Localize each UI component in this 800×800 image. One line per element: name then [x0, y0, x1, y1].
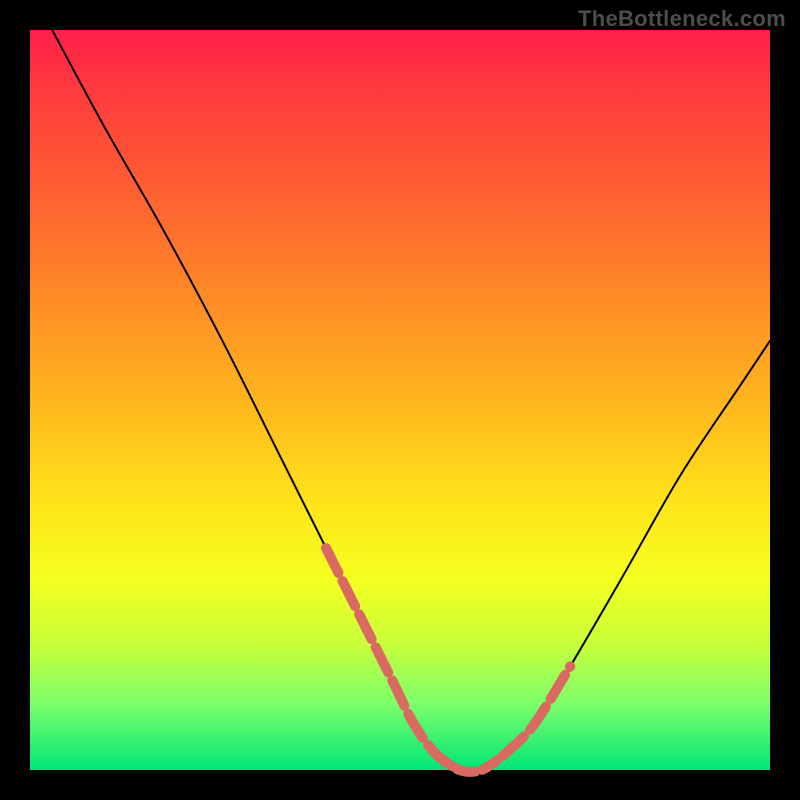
curve-svg	[30, 30, 770, 770]
series-highlight-bottom	[437, 755, 504, 772]
series-highlight-left	[326, 548, 459, 770]
series-highlight-right	[504, 666, 571, 755]
plot-area	[30, 30, 770, 770]
watermark-text: TheBottleneck.com	[578, 6, 786, 32]
chart-frame: TheBottleneck.com	[0, 0, 800, 800]
series-main-curve	[52, 30, 770, 772]
